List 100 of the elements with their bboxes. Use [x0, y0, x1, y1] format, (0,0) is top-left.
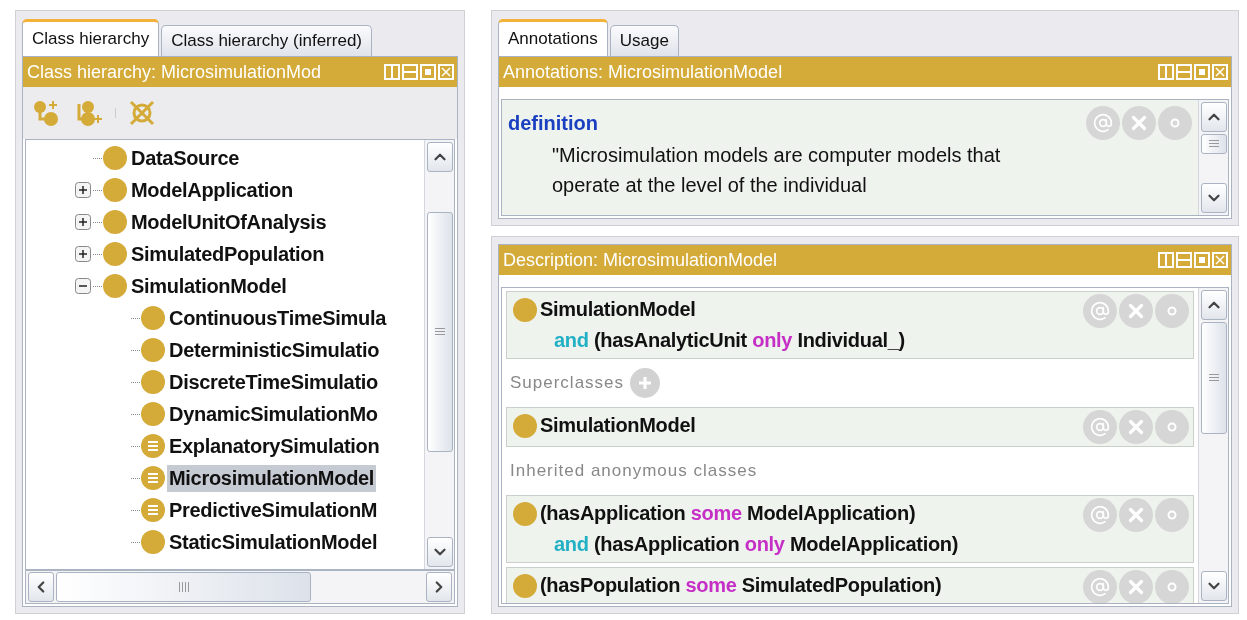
- vertical-scrollbar[interactable]: [1198, 100, 1228, 215]
- panel-title: Description: MicrosimulationModel: [503, 249, 778, 271]
- tree-item[interactable]: DynamicSimulationMo: [167, 400, 380, 428]
- class-icon: [103, 274, 127, 298]
- class-icon: [103, 146, 127, 170]
- class-icon: [103, 210, 127, 234]
- tree-item[interactable]: DataSource: [129, 144, 242, 172]
- ring-icon: [1167, 510, 1177, 520]
- scroll-down-button[interactable]: [1200, 571, 1227, 601]
- split-rows-icon[interactable]: [402, 64, 418, 80]
- plus-icon: [637, 375, 654, 391]
- defined-class-icon: [141, 498, 165, 522]
- edit-button[interactable]: [1158, 106, 1192, 140]
- tree-item[interactable]: SimulationModel: [129, 272, 289, 300]
- class-icon: [103, 242, 127, 266]
- delete-button[interactable]: [1119, 570, 1153, 603]
- scroll-down-button[interactable]: [1200, 183, 1227, 213]
- split-columns-icon[interactable]: [1158, 64, 1174, 80]
- tree-item[interactable]: DeterministicSimulatio: [167, 336, 382, 364]
- delete-button[interactable]: [1119, 294, 1153, 328]
- class-icon: [141, 530, 165, 554]
- annotate-button[interactable]: [1083, 410, 1117, 444]
- at-sign-icon: [1093, 113, 1113, 133]
- delete-button[interactable]: [1122, 106, 1156, 140]
- close-icon[interactable]: [1212, 252, 1228, 268]
- tree-item[interactable]: ExplanatorySimulation: [167, 432, 382, 460]
- tree-item[interactable]: DiscreteTimeSimulatio: [167, 368, 380, 396]
- panel-title: Class hierarchy: MicrosimulationMod: [27, 61, 322, 83]
- delete-button[interactable]: [1119, 498, 1153, 532]
- tree-item[interactable]: ContinuousTimeSimula: [167, 304, 388, 332]
- vertical-scrollbar[interactable]: [424, 140, 454, 569]
- scroll-right-button[interactable]: [426, 572, 452, 602]
- panel-title: Annotations: MicrosimulationModel: [503, 61, 783, 83]
- horizontal-scrollbar[interactable]: [25, 570, 455, 604]
- annotate-button[interactable]: [1083, 498, 1117, 532]
- at-sign-icon: [1090, 577, 1110, 597]
- scroll-up-button[interactable]: [1200, 290, 1227, 320]
- scroll-thumb[interactable]: [426, 212, 453, 452]
- tree-item[interactable]: ModelUnitOfAnalysis: [129, 208, 329, 236]
- at-sign-icon: [1090, 301, 1110, 321]
- annotate-button[interactable]: [1083, 294, 1117, 328]
- edit-button[interactable]: [1155, 498, 1189, 532]
- annotation-value: "Microsimulation models are computer models that operate at the level of the individual: [552, 143, 1002, 198]
- scroll-thumb[interactable]: [1200, 322, 1227, 434]
- class-expression: SimulationModel: [540, 413, 696, 438]
- tree-item[interactable]: ModelApplication: [129, 176, 295, 204]
- class-icon: [103, 178, 127, 202]
- maximize-icon[interactable]: [1194, 64, 1210, 80]
- split-columns-icon[interactable]: [384, 64, 400, 80]
- annotate-button[interactable]: [1083, 570, 1117, 603]
- delete-button[interactable]: [1119, 410, 1153, 444]
- edit-button[interactable]: [1155, 294, 1189, 328]
- annotation-property: definition: [508, 111, 598, 135]
- class-icon: [513, 502, 537, 526]
- close-icon[interactable]: [438, 64, 454, 80]
- tab[interactable]: Usage: [609, 25, 679, 56]
- collapse-icon[interactable]: [75, 278, 91, 294]
- scroll-up-button[interactable]: [426, 142, 453, 172]
- tab[interactable]: Class hierarchy: [22, 19, 160, 56]
- at-sign-icon: [1090, 417, 1110, 437]
- section-heading: Inherited anonymous classes: [510, 461, 758, 481]
- ring-icon: [1167, 582, 1177, 592]
- ring-icon: [1170, 118, 1180, 128]
- grip-icon: [1207, 139, 1220, 149]
- close-icon[interactable]: [1212, 64, 1228, 80]
- maximize-icon[interactable]: [1194, 252, 1210, 268]
- edit-button[interactable]: [1155, 410, 1189, 444]
- scroll-down-button[interactable]: [426, 537, 453, 567]
- class-icon: [141, 338, 165, 362]
- scroll-up-button[interactable]: [1200, 102, 1227, 132]
- split-rows-icon[interactable]: [1176, 64, 1192, 80]
- maximize-icon[interactable]: [420, 64, 436, 80]
- class-icon: [141, 306, 165, 330]
- grip-icon: [1207, 373, 1220, 383]
- edit-button[interactable]: [1155, 570, 1189, 603]
- vertical-scrollbar[interactable]: [1198, 288, 1228, 603]
- expand-icon[interactable]: [75, 182, 91, 198]
- expand-icon[interactable]: [75, 214, 91, 230]
- ring-icon: [1167, 306, 1177, 316]
- at-sign-icon: [1090, 505, 1110, 525]
- split-columns-icon[interactable]: [1158, 252, 1174, 268]
- scroll-thumb[interactable]: [1200, 134, 1227, 154]
- tree-item[interactable]: PredictiveSimulationM: [167, 496, 380, 524]
- class-icon: [141, 402, 165, 426]
- add-button[interactable]: [630, 368, 661, 398]
- grip-icon: [433, 327, 446, 337]
- class-expression: (hasPopulation some SimulatedPopulation): [540, 573, 942, 598]
- tab[interactable]: Class hierarchy (inferred): [161, 25, 372, 56]
- tab[interactable]: Annotations: [498, 19, 608, 56]
- scroll-left-button[interactable]: [28, 572, 54, 602]
- class-expression: SimulationModel and (hasAnalyticUnit only Individual_): [540, 297, 905, 353]
- section-heading: Superclasses: [510, 373, 625, 393]
- scroll-thumb[interactable]: [56, 572, 311, 602]
- tree-item[interactable]: MicrosimulationModel: [167, 464, 377, 492]
- tree-item[interactable]: StaticSimulationModel: [167, 528, 380, 556]
- class-icon: [513, 574, 537, 598]
- tree-item[interactable]: SimulatedPopulation: [129, 240, 327, 268]
- expand-icon[interactable]: [75, 246, 91, 262]
- split-rows-icon[interactable]: [1176, 252, 1192, 268]
- annotate-button[interactable]: [1086, 106, 1120, 140]
